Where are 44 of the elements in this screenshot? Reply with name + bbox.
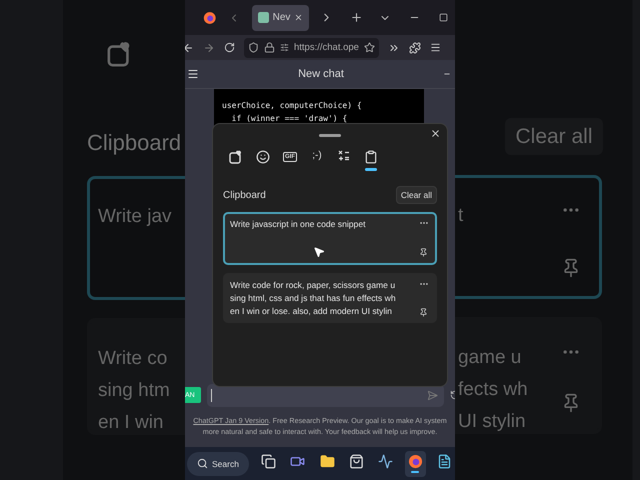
back-icon[interactable] <box>185 42 194 54</box>
mouse-cursor-icon <box>313 246 325 258</box>
search-icon <box>197 458 208 469</box>
clipboard-item[interactable]: Write javascript in one code snippet <box>223 212 437 265</box>
pin-icon[interactable] <box>419 308 428 317</box>
kaomoji-label: ;-) <box>312 150 322 161</box>
notepad-icon <box>437 454 452 469</box>
bookmark-star-icon[interactable] <box>364 42 375 53</box>
folder-icon <box>320 454 335 469</box>
permissions-icon[interactable] <box>280 43 289 52</box>
symbols-icon <box>338 150 350 162</box>
reload-icon[interactable] <box>224 42 235 53</box>
close-button[interactable] <box>430 128 441 139</box>
menu-icon[interactable] <box>430 42 441 53</box>
clipboard-heading: Clipboard <box>87 130 182 156</box>
lock-icon[interactable] <box>264 42 275 53</box>
firefox-icon <box>408 454 423 469</box>
pin-icon[interactable] <box>419 248 428 257</box>
activity-icon <box>378 454 394 469</box>
clipboard-item[interactable]: Write code for rock, paper, scissors game u sing html, css and js that has fun effects wh en I win or lose. also, add modern UI stylin <box>223 273 437 323</box>
site-favicon <box>258 12 269 23</box>
url-field[interactable]: https://chat.ope <box>244 38 379 58</box>
taskbar-app[interactable] <box>405 450 426 476</box>
heart-box-icon <box>229 150 243 164</box>
forward-icon[interactable] <box>203 42 215 54</box>
category-tab[interactable]: ;-) <box>307 150 327 176</box>
store-bag-icon <box>348 454 364 469</box>
browser-tab[interactable]: Nev <box>252 4 310 30</box>
maximize-icon[interactable] <box>438 13 448 22</box>
chat-title: New chat <box>298 68 344 80</box>
task-view-icon <box>260 454 276 469</box>
clipboard-heading: Clipboard <box>223 190 266 200</box>
drag-handle[interactable] <box>319 134 341 136</box>
menu-icon[interactable] <box>187 68 199 80</box>
shield-icon[interactable] <box>248 42 259 53</box>
video-icon <box>290 454 306 469</box>
new-tab-icon[interactable] <box>350 11 363 24</box>
clipboard-icon <box>364 150 378 164</box>
close-tab-icon[interactable] <box>294 13 304 22</box>
taskbar-search[interactable]: Search <box>187 452 249 476</box>
clear-all-button[interactable]: Clear all <box>396 186 437 204</box>
firefox-icon[interactable] <box>203 10 216 24</box>
smiley-icon <box>256 150 270 164</box>
extensions-icon[interactable] <box>408 42 421 54</box>
